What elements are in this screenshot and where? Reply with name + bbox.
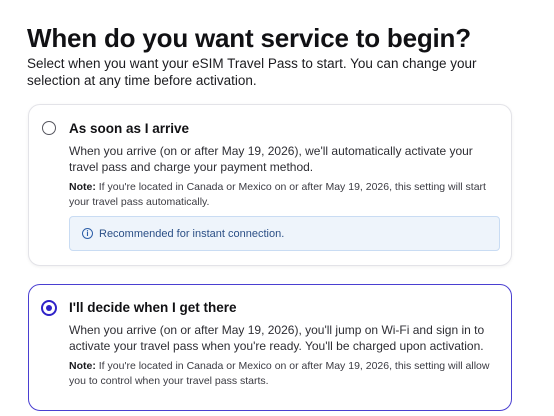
note-label: Note: [69,181,96,193]
radio-button-unselected[interactable] [42,121,56,135]
info-banner-text: Recommended for instant connection. [99,228,285,240]
note-text: If you're located in Canada or Mexico on… [69,360,490,387]
option-label: I'll decide when I get there [69,300,237,315]
radio-selected-dot [46,305,52,311]
info-icon: i [82,228,93,239]
option-note: Note: If you're located in Canada or Mex… [69,359,505,389]
info-banner: i Recommended for instant connection. [69,216,500,251]
note-text: If you're located in Canada or Mexico on… [69,181,486,208]
option-card-as-soon-as-i-arrive[interactable]: As soon as I arrive When you arrive (on … [28,104,512,266]
option-card-decide-when-there[interactable]: I'll decide when I get there When you ar… [28,284,512,411]
option-description: When you arrive (on or after May 19, 202… [69,144,473,174]
note-label: Note: [69,360,96,372]
radio-button-selected[interactable] [41,300,57,316]
option-note: Note: If you're located in Canada or Mex… [69,180,505,210]
option-label: As soon as I arrive [69,121,190,136]
page-subtitle: Select when you want your eSIM Travel Pa… [27,56,477,88]
page-title: When do you want service to begin? [27,23,471,53]
option-description: When you arrive (on or after May 19, 202… [69,323,485,353]
